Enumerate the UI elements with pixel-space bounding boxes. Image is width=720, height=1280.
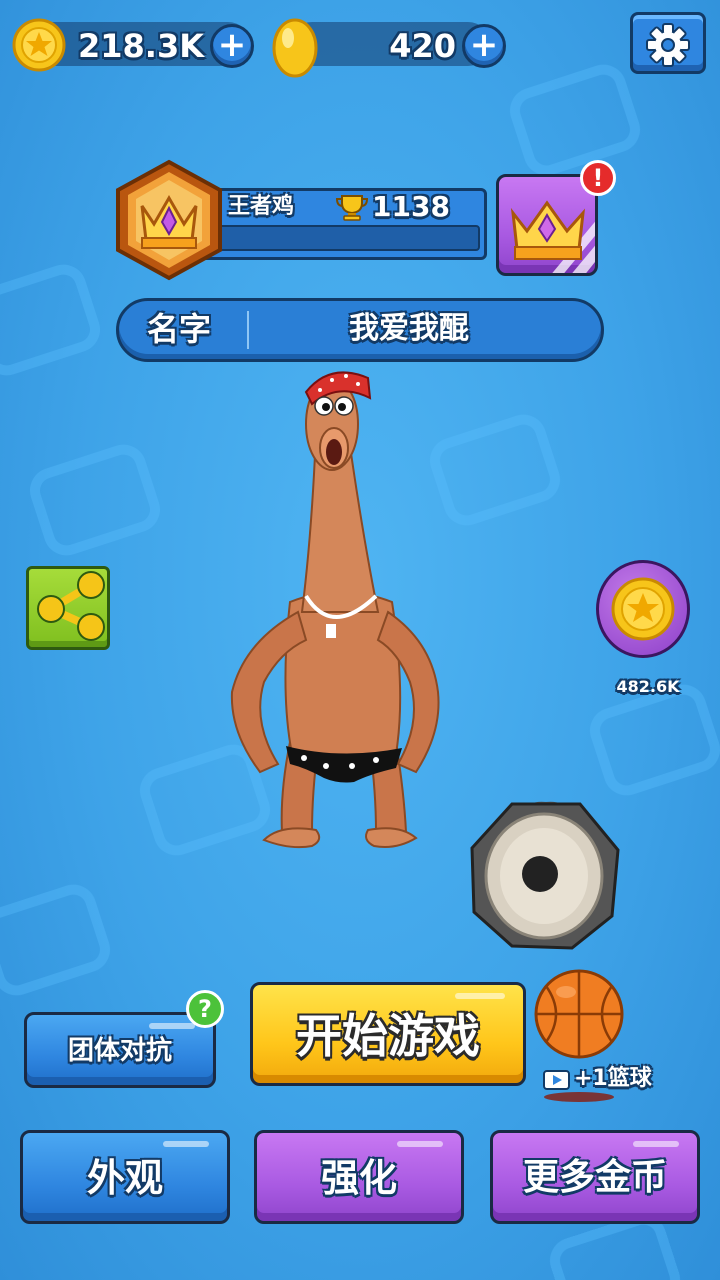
star-coin-icon <box>611 577 675 641</box>
ad-reward-label[interactable]: +1篮球 <box>574 1064 652 1094</box>
more-coins-label: 更多金币 <box>522 1157 667 1198</box>
add-coins-button[interactable]: + <box>210 24 254 68</box>
egg-count: 420 <box>389 27 456 65</box>
upgrade-button[interactable]: 强化 <box>254 1130 464 1224</box>
share-button[interactable] <box>26 566 110 650</box>
appearance-label: 外观 <box>86 1156 163 1200</box>
coin-reward-button[interactable] <box>596 560 690 658</box>
share-icon <box>37 571 105 641</box>
gong-icon[interactable] <box>468 796 624 954</box>
name-label: 名字 <box>147 310 212 348</box>
coin-reward-amount: 482.6K <box>616 677 680 696</box>
name-bar[interactable]: 名字 我爱我醌 <box>116 298 604 362</box>
rank-progress-bar <box>218 225 480 251</box>
rubber-chicken-character[interactable] <box>220 362 450 854</box>
more-coins-button[interactable]: 更多金币 <box>490 1130 700 1224</box>
basketball-icon[interactable] <box>532 964 626 1060</box>
rank-crown-badge[interactable] <box>112 158 226 282</box>
name-divider <box>247 311 249 349</box>
alert-badge: ! <box>580 160 616 196</box>
crown-pass-button[interactable] <box>496 174 598 276</box>
crown-icon <box>510 200 595 273</box>
team-battle-button[interactable]: 团体对抗 <box>24 1012 216 1088</box>
gear-icon <box>646 23 690 67</box>
start-game-button[interactable]: 开始游戏 <box>250 982 526 1086</box>
upgrade-label: 强化 <box>320 1156 397 1200</box>
player-name: 我爱我醌 <box>349 311 469 346</box>
golden-egg-icon <box>272 18 318 78</box>
team-battle-label: 团体对抗 <box>67 1036 172 1066</box>
coin-count: 218.3K <box>78 27 205 65</box>
appearance-button[interactable]: 外观 <box>20 1130 230 1224</box>
trophy-icon <box>336 195 368 221</box>
rank-title: 王者鸡 <box>228 194 295 219</box>
start-game-label: 开始游戏 <box>296 1009 480 1063</box>
trophy-count: 1138 <box>372 190 450 223</box>
video-ad-icon <box>543 1070 570 1090</box>
help-badge[interactable]: ? <box>186 990 224 1028</box>
settings-button[interactable] <box>630 12 706 74</box>
add-eggs-button[interactable]: + <box>462 24 506 68</box>
star-coin-icon <box>12 18 66 72</box>
